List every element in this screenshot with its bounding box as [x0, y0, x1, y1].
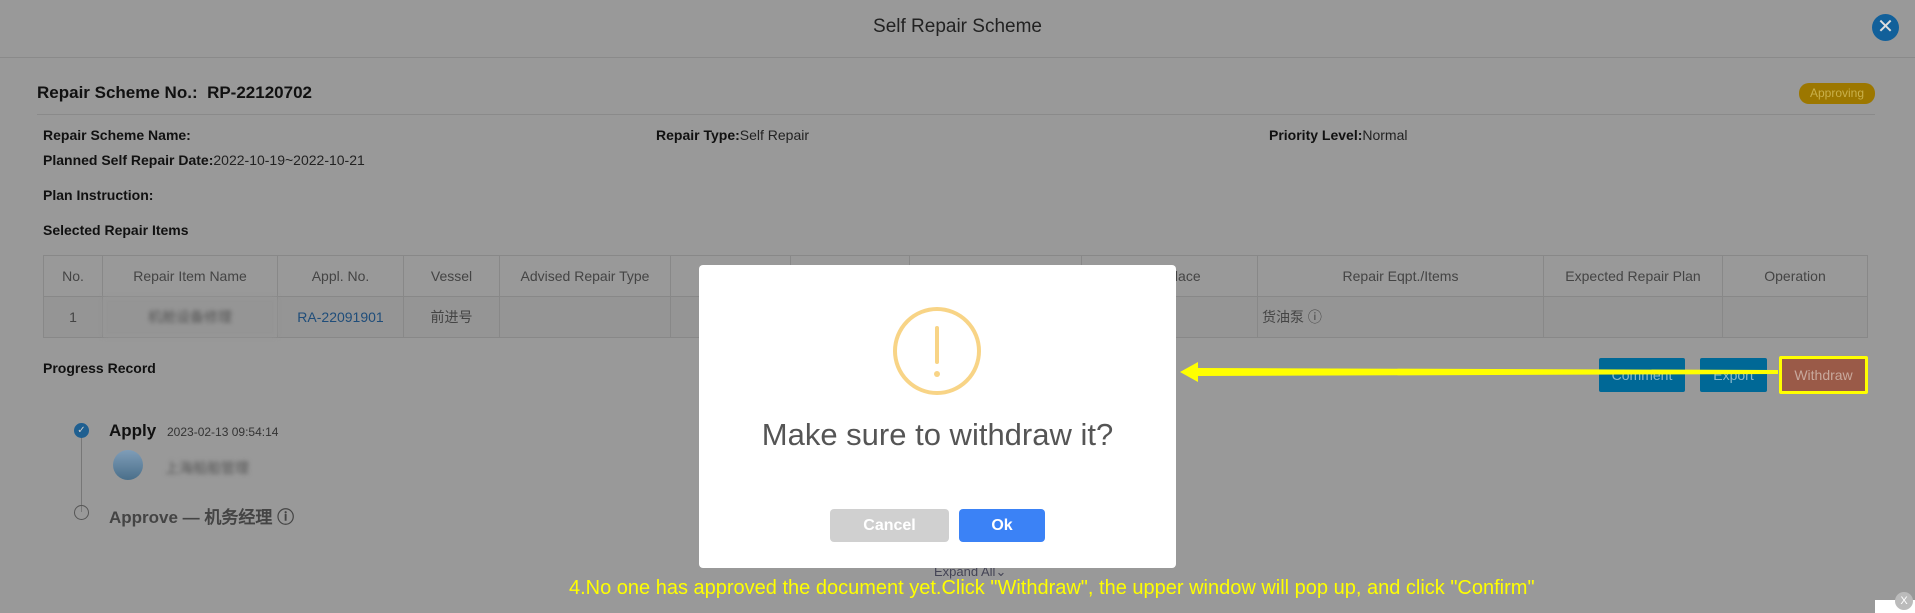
step-time: 2023-02-13 09:54:14 [167, 425, 279, 439]
col-header: Repair Item Name [102, 255, 278, 297]
dialog-message: Make sure to withdraw it? [761, 417, 1114, 452]
col-header: Expected Repair Plan [1543, 255, 1723, 297]
warning-icon [893, 307, 981, 395]
col-header: Advised Repair Type [499, 255, 671, 297]
cell-operation [1722, 296, 1868, 338]
status-badge: Approving [1799, 83, 1875, 104]
step-user: 上海船舶管理 [165, 460, 249, 476]
col-header: No. [43, 255, 103, 297]
col-header: Appl. No. [277, 255, 404, 297]
planned-date: Planned Self Repair Date:2022-10-19~2022… [43, 152, 365, 168]
confirm-dialog: Make sure to withdraw it? Cancel Ok [699, 265, 1176, 568]
cell-advised [499, 296, 671, 338]
scheme-name: Repair Scheme Name: [43, 127, 191, 143]
plan-instruction: Plan Instruction: [43, 187, 154, 203]
ok-button[interactable]: Ok [959, 509, 1045, 542]
selected-items-title: Selected Repair Items [43, 222, 189, 238]
pending-circle-icon [74, 505, 89, 520]
check-icon: ✓ [74, 423, 89, 438]
divider [0, 57, 1915, 58]
step-label: Approve — 机务经理 ⓘ [109, 508, 295, 527]
cell-no: 1 [43, 296, 103, 338]
window-title: Self Repair Scheme [873, 16, 1042, 37]
close-icon[interactable]: ✕ [1872, 14, 1899, 41]
timeline-line [81, 437, 82, 512]
repair-type: Repair Type:Self Repair [656, 127, 810, 143]
appl-no-link[interactable]: RA-22091901 [277, 296, 404, 338]
col-header: Operation [1722, 255, 1868, 297]
cell-item-name: 机舱设备修理 [102, 296, 278, 338]
annotation-arrow [1180, 362, 1778, 382]
close-icon[interactable]: X [1895, 592, 1913, 610]
cell-plan [1543, 296, 1723, 338]
priority-level: Priority Level:Normal [1269, 127, 1408, 143]
annotation-caption: 4.No one has approved the document yet.C… [569, 577, 1535, 599]
cell-vessel: 前进号 [403, 296, 500, 338]
col-header: Repair Eqpt./Items [1257, 255, 1544, 297]
cell-eqpt: 货油泵 ⓘ [1257, 296, 1544, 338]
scheme-number: Repair Scheme No.: RP-22120702 [37, 83, 312, 102]
progress-title: Progress Record [43, 360, 156, 376]
divider [37, 114, 1875, 115]
withdraw-button[interactable]: Withdraw [1779, 356, 1868, 394]
avatar [113, 450, 143, 480]
col-header: Vessel [403, 255, 500, 297]
cancel-button[interactable]: Cancel [830, 509, 949, 542]
step-label: Apply [109, 421, 157, 440]
